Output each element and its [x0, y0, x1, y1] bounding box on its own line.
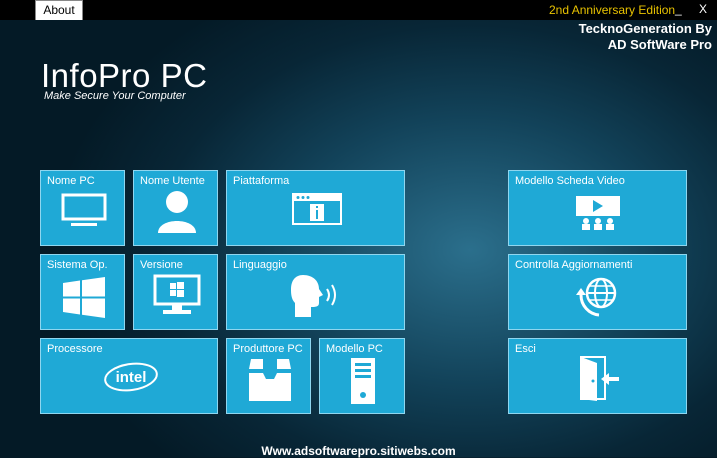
tile-modello-pc[interactable]: Modello PC: [319, 338, 405, 414]
tower-pc-icon: [351, 358, 375, 404]
tile-label: Processore: [47, 343, 103, 355]
tile-versione[interactable]: Versione: [133, 254, 218, 330]
minimize-button[interactable]: _: [675, 2, 682, 16]
tile-produttore-pc[interactable]: Produttore PC: [226, 338, 311, 414]
tile-label: Modello Scheda Video: [515, 175, 625, 187]
presentation-icon: [576, 196, 620, 230]
user-icon: [158, 191, 196, 233]
tile-label: Sistema Op.: [47, 259, 108, 271]
about-tab[interactable]: About: [35, 0, 83, 20]
tile-label: Modello PC: [326, 343, 383, 355]
brand-block: TecknoGeneration By AD SoftWare Pro: [579, 21, 712, 53]
tile-sistema-op[interactable]: Sistema Op.: [40, 254, 125, 330]
tile-nome-pc[interactable]: Nome PC: [40, 170, 125, 246]
tile-linguaggio[interactable]: Linguaggio: [226, 254, 405, 330]
tile-label: Produttore PC: [233, 343, 303, 355]
app-subtitle: Make Secure Your Computer: [44, 90, 186, 102]
tile-label: Nome Utente: [140, 175, 205, 187]
footer-url[interactable]: Www.adsoftwarepro.sitiwebs.com: [0, 444, 717, 458]
intel-logo-text: intel: [116, 369, 147, 386]
window-info-icon: [292, 193, 342, 225]
tile-label: Controlla Aggiornamenti: [515, 259, 633, 271]
tile-label: Linguaggio: [233, 259, 287, 271]
tile-label: Esci: [515, 343, 536, 355]
box-icon: [249, 359, 291, 401]
tile-modello-scheda-video[interactable]: Modello Scheda Video: [508, 170, 687, 246]
brand-line-2: AD SoftWare Pro: [607, 37, 712, 52]
monitor-icon: [61, 193, 107, 226]
tile-nome-utente[interactable]: Nome Utente: [133, 170, 218, 246]
windows-logo-icon: [63, 277, 105, 318]
edition-label: 2nd Anniversary Edition: [549, 3, 676, 17]
intel-logo-icon: intel: [104, 362, 158, 392]
close-button[interactable]: X: [699, 2, 707, 16]
tile-label: Versione: [140, 259, 183, 271]
speaking-head-icon: [291, 275, 336, 317]
tile-esci[interactable]: Esci: [508, 338, 687, 414]
tile-label: Piattaforma: [233, 175, 290, 187]
tile-processore[interactable]: Processore intel: [40, 338, 218, 414]
globe-refresh-icon: [576, 277, 617, 317]
pc-windows-icon: [153, 274, 201, 314]
tile-piattaforma[interactable]: Piattaforma: [226, 170, 405, 246]
brand-line-1: TecknoGeneration By: [578, 21, 712, 36]
tile-controlla-aggiornamenti[interactable]: Controlla Aggiornamenti: [508, 254, 687, 330]
exit-door-icon: [580, 356, 619, 401]
tile-label: Nome PC: [47, 175, 95, 187]
title-bar: About 2nd Anniversary Edition _ X: [0, 0, 717, 20]
